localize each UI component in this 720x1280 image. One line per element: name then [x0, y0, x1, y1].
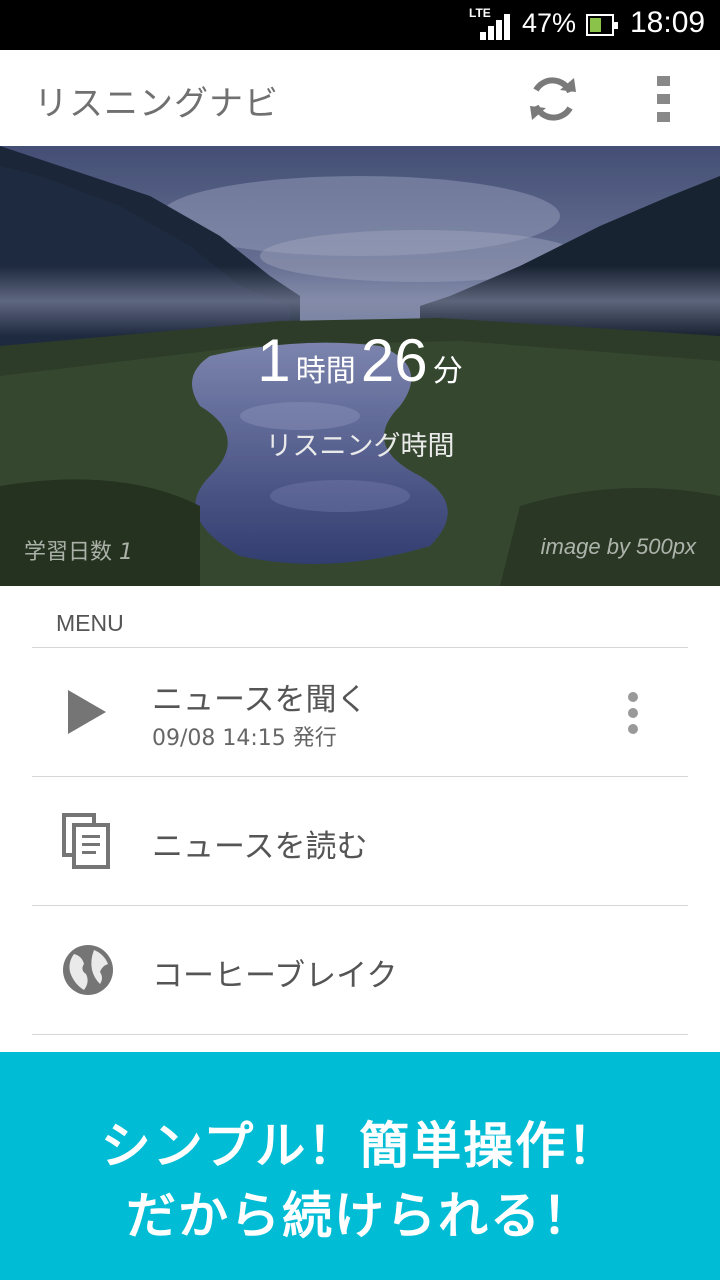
menu-item-subtitle: 09/08 14:15 発行 [152, 726, 337, 751]
documents-icon [62, 813, 110, 869]
hours-value: 1 [257, 327, 291, 394]
menu-header: MENU [56, 610, 124, 636]
study-days: 学習日数 1 [24, 534, 133, 566]
hours-unit: 時間 [295, 354, 356, 389]
status-bar: LTE 47% 18:09 [0, 0, 720, 50]
menu-item-title: ニュースを読む [152, 829, 368, 865]
banner-line-2: だから続けられる！ [126, 1187, 594, 1245]
study-days-label: 学習日数 [24, 540, 113, 565]
listening-time-label: リスニング時間 [265, 431, 455, 462]
menu-item-coffee-break[interactable]: コーヒーブレイク [32, 906, 688, 1034]
battery-percent: 47% [522, 8, 577, 38]
menu-item-read-news[interactable]: ニュースを読む [32, 777, 688, 905]
refresh-button[interactable] [524, 70, 582, 128]
minutes-unit: 分 [432, 354, 463, 389]
image-credit: image by 500px [540, 534, 696, 559]
divider [32, 1034, 688, 1035]
banner-line-1: シンプル！簡単操作！ [100, 1117, 620, 1175]
refresh-icon [530, 77, 576, 121]
menu-item-title: ニュースを聞く [152, 682, 368, 718]
promo-banner: シンプル！簡単操作！ だから続けられる！ [0, 1052, 720, 1280]
listening-time: 1 時間 26 分 [0, 326, 720, 395]
app-title: リスニングナビ [34, 84, 279, 124]
minutes-value: 26 [360, 327, 428, 394]
battery-icon [586, 14, 618, 36]
study-days-value: 1 [119, 540, 134, 565]
menu-item-listen-news[interactable]: ニュースを聞く 09/08 14:15 発行 [32, 648, 688, 776]
globe-icon [63, 945, 113, 995]
signal-icon [476, 14, 510, 40]
app-bar: リスニングナビ [0, 50, 720, 146]
clock: 18:09 [630, 6, 706, 39]
overflow-menu-button[interactable] [646, 70, 682, 128]
play-icon [68, 690, 106, 734]
hero-panel: 1 時間 26 分 リスニング時間 学習日数 1 image by 500px [0, 146, 720, 586]
menu-item-title: コーヒーブレイク [152, 958, 398, 994]
item-more-button[interactable] [622, 692, 646, 736]
